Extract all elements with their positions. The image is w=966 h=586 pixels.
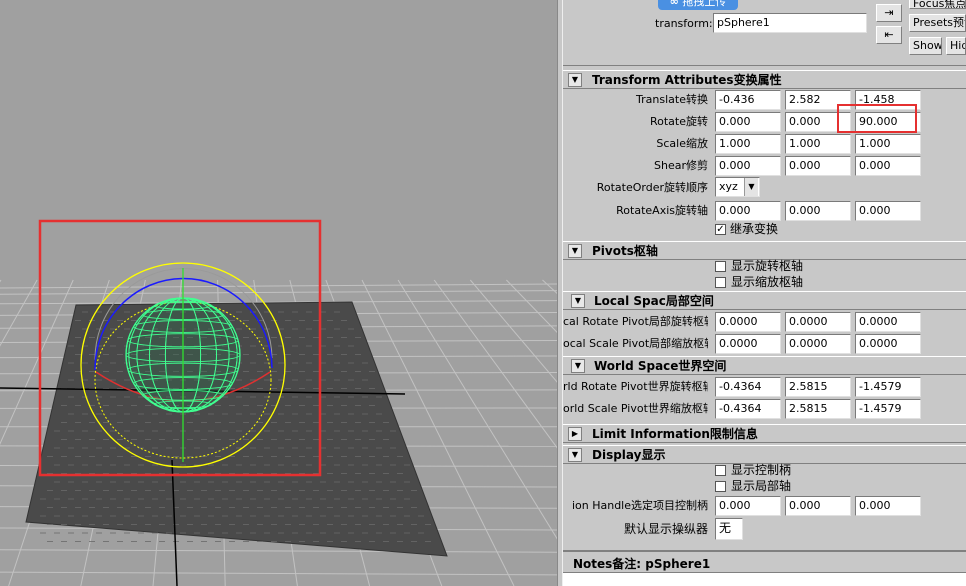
attribute-field-x[interactable]: -0.436: [715, 90, 781, 110]
attribute-field-x[interactable]: 0.0000: [715, 334, 781, 354]
section-transform-attributes[interactable]: ▼ Transform Attributes变换属性: [563, 70, 966, 89]
attribute-row-label: Rotate旋转: [649, 115, 708, 128]
grid-line: [0, 549, 557, 553]
show-rotate-pivot-label: 显示旋转枢轴: [731, 259, 804, 273]
section-title: Local Spac局部空间: [594, 294, 714, 308]
section-limit-information[interactable]: ▶ Limit Information限制信息: [563, 424, 966, 443]
expand-arrow-icon[interactable]: ▶: [568, 427, 582, 441]
inherit-transform-checkbox[interactable]: ✓: [715, 224, 726, 235]
rotate-axis-x-field[interactable]: 0.000: [715, 201, 781, 221]
viewport-scene[interactable]: [0, 0, 557, 586]
show-handle-checkbox[interactable]: [715, 465, 726, 476]
enter-icon: ⇥: [884, 6, 894, 19]
section-title: World Space世界空间: [594, 359, 727, 373]
rotate-axis-z-field[interactable]: 0.000: [855, 201, 921, 221]
attribute-field-z[interactable]: 0.000: [855, 156, 921, 176]
attribute-field-z[interactable]: 1.000: [855, 134, 921, 154]
attribute-field-x[interactable]: -0.4364: [715, 377, 781, 397]
section-local-space[interactable]: ▼ Local Spac局部空间: [563, 291, 966, 310]
section-title: Pivots枢轴: [592, 244, 658, 258]
collapse-arrow-icon[interactable]: ▼: [568, 448, 582, 462]
attribute-row-label: ocal Scale Pivot局部缩放枢轴: [563, 337, 708, 350]
attribute-row-label: Shear修剪: [654, 159, 708, 172]
collapse-arrow-icon[interactable]: ▼: [571, 294, 585, 308]
attribute-editor-header: ∞ 拖拽上传 transform: pSphere1 ⇥ ⇤ Focus焦点 P…: [563, 0, 966, 66]
presets-button[interactable]: Presets预设: [909, 14, 966, 32]
section-display[interactable]: ▼ Display显示: [563, 445, 966, 464]
section-title: Transform Attributes变换属性: [592, 73, 782, 87]
transform-label: transform:: [655, 17, 713, 30]
attribute-row-label: orld Scale Pivot世界缩放枢轴: [563, 402, 708, 415]
selection-handle-label: ion Handle选定项目控制柄: [571, 499, 708, 512]
exit-icon: ⇤: [884, 28, 894, 41]
chevron-down-icon[interactable]: ▼: [744, 178, 758, 196]
upload-button[interactable]: ∞ 拖拽上传: [658, 0, 738, 10]
attribute-editor: ∞ 拖拽上传 transform: pSphere1 ⇥ ⇤ Focus焦点 P…: [563, 0, 966, 586]
section-title: Limit Information限制信息: [592, 427, 758, 441]
show-button[interactable]: Show: [909, 37, 942, 55]
attribute-field-x[interactable]: 0.0000: [715, 312, 781, 332]
attribute-field-y[interactable]: 0.000: [785, 156, 851, 176]
show-scale-pivot-checkbox[interactable]: [715, 277, 726, 288]
notes-textarea[interactable]: [563, 572, 966, 586]
focus-button[interactable]: Focus焦点: [909, 0, 966, 9]
show-rotate-pivot-checkbox[interactable]: [715, 261, 726, 272]
attribute-row-label: cal Rotate Pivot局部旋转枢轴: [563, 315, 708, 328]
attribute-field-z[interactable]: -1.4579: [855, 377, 921, 397]
show-handle-label: 显示控制柄: [731, 463, 792, 477]
selection-handle-x-field[interactable]: 0.000: [715, 496, 781, 516]
grid-line: [0, 279, 2, 283]
attribute-field-z[interactable]: 0.0000: [855, 334, 921, 354]
selection-handle-z-field[interactable]: 0.000: [855, 496, 921, 516]
default-manip-label: 默认显示操纵器: [623, 522, 708, 536]
show-scale-pivot-label: 显示缩放枢轴: [731, 275, 804, 289]
section-title: Display显示: [592, 448, 666, 462]
attribute-field-z[interactable]: 0.0000: [855, 312, 921, 332]
show-local-axis-checkbox[interactable]: [715, 481, 726, 492]
grid-line: [0, 290, 557, 295]
collapse-arrow-icon[interactable]: ▼: [568, 73, 582, 87]
attribute-field-x[interactable]: 1.000: [715, 134, 781, 154]
default-manip-select[interactable]: 无: [715, 518, 743, 540]
upload-button-label: 拖拽上传: [682, 0, 727, 8]
attribute-field-y[interactable]: 2.5815: [785, 377, 851, 397]
attribute-field-y[interactable]: 1.000: [785, 134, 851, 154]
notes-title: Notes备注: pSphere1: [573, 557, 711, 571]
notes-header: Notes备注: pSphere1: [563, 550, 966, 572]
transform-name-field[interactable]: pSphere1: [713, 13, 867, 33]
section-pivots[interactable]: ▼ Pivots枢轴: [563, 241, 966, 260]
collapse-arrow-icon[interactable]: ▼: [568, 244, 582, 258]
grid-line: [0, 279, 38, 347]
attribute-row-label: Translate转换: [636, 93, 708, 106]
link-icon: ∞: [669, 0, 679, 8]
attribute-field-z[interactable]: -1.4579: [855, 399, 921, 419]
attribute-field-x[interactable]: 0.000: [715, 112, 781, 132]
rotate-axis-label: RotateAxis旋转轴: [616, 204, 708, 217]
section-world-space[interactable]: ▼ World Space世界空间: [563, 356, 966, 375]
show-local-axis-label: 显示局部轴: [731, 479, 792, 493]
collapse-arrow-icon[interactable]: ▼: [571, 359, 585, 373]
attribute-field-y[interactable]: 2.582: [785, 90, 851, 110]
attribute-field-y[interactable]: 0.0000: [785, 312, 851, 332]
rotate-order-label: RotateOrder旋转顺序: [596, 181, 708, 194]
attribute-field-y[interactable]: 0.000: [785, 112, 851, 132]
copy-tab-button[interactable]: ⇥: [876, 4, 902, 22]
selection-handle-y-field[interactable]: 0.000: [785, 496, 851, 516]
inherit-transform-label: 继承变换: [730, 222, 779, 236]
3d-viewport[interactable]: [0, 0, 557, 586]
attribute-field-z[interactable]: -1.458: [855, 90, 921, 110]
hide-button[interactable]: Hid: [946, 37, 966, 55]
attribute-field-z[interactable]: 90.000: [855, 112, 921, 132]
attribute-row-label: rld Rotate Pivot世界旋转枢轴: [563, 380, 708, 393]
grid-line: [0, 283, 557, 289]
attribute-field-y[interactable]: 2.5815: [785, 399, 851, 419]
select-button[interactable]: ⇤: [876, 26, 902, 44]
attribute-field-x[interactable]: -0.4364: [715, 399, 781, 419]
rotate-axis-y-field[interactable]: 0.000: [785, 201, 851, 221]
attribute-field-x[interactable]: 0.000: [715, 156, 781, 176]
attribute-row-label: Scale缩放: [656, 137, 708, 150]
attribute-field-y[interactable]: 0.0000: [785, 334, 851, 354]
